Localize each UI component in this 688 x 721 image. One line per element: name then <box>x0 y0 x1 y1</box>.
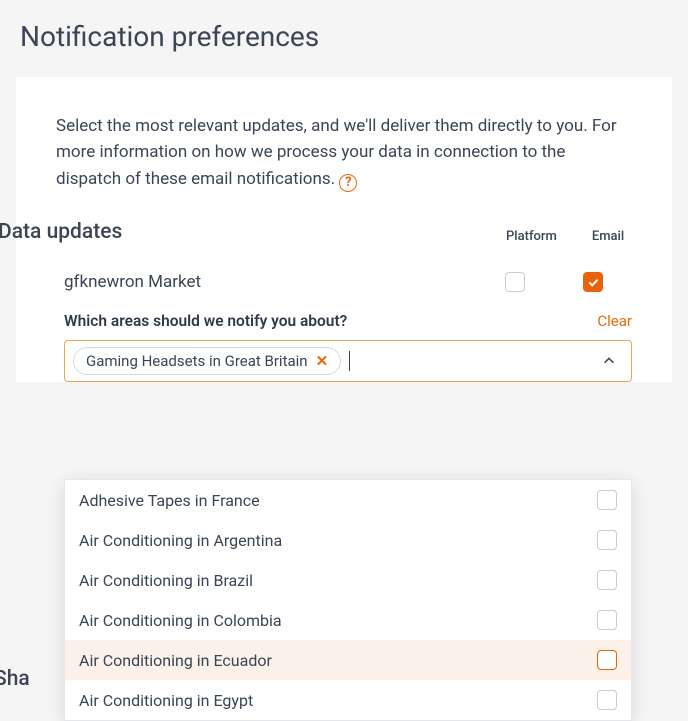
option-label: Air Conditioning in Argentina <box>79 531 597 550</box>
column-platform: Platform <box>506 229 554 244</box>
option-checkbox[interactable] <box>597 530 617 550</box>
section-title: Data updates <box>0 220 122 244</box>
preferences-card: Select the most relevant updates, and we… <box>16 77 672 382</box>
option-checkbox[interactable] <box>597 490 617 510</box>
option-label: Air Conditioning in Brazil <box>79 571 597 590</box>
clear-link[interactable]: Clear <box>597 312 632 330</box>
option-label: Adhesive Tapes in France <box>79 491 597 510</box>
option-checkbox[interactable] <box>597 570 617 590</box>
page-title: Notification preferences <box>20 20 672 53</box>
chevron-up-icon[interactable] <box>595 347 623 375</box>
option-item[interactable]: Air Conditioning in Ecuador <box>65 640 631 680</box>
option-label: Air Conditioning in Ecuador <box>79 651 597 670</box>
option-item[interactable]: Air Conditioning in Colombia <box>65 600 631 640</box>
column-headers: Platform Email <box>506 229 632 244</box>
areas-dropdown[interactable]: Adhesive Tapes in France Air Conditionin… <box>64 479 632 721</box>
option-checkbox[interactable] <box>597 690 617 710</box>
chip-label: Gaming Headsets in Great Britain <box>86 352 308 370</box>
option-item[interactable]: Air Conditioning in Brazil <box>65 560 631 600</box>
option-checkbox[interactable] <box>597 610 617 630</box>
option-item[interactable]: Air Conditioning in Argentina <box>65 520 631 560</box>
column-email: Email <box>584 229 632 244</box>
help-icon[interactable]: ? <box>339 174 357 192</box>
intro-copy: Select the most relevant updates, and we… <box>56 116 617 189</box>
option-checkbox[interactable] <box>597 650 617 670</box>
section-header: Data updates Platform Email <box>16 220 672 244</box>
areas-input[interactable] <box>358 353 587 370</box>
option-label: Air Conditioning in Colombia <box>79 611 597 630</box>
areas-prompt: Which areas should we notify you about? <box>64 312 347 330</box>
selected-chip: Gaming Headsets in Great Britain ✕ <box>73 347 341 375</box>
intro-text: Select the most relevant updates, and we… <box>56 113 632 192</box>
chip-remove-icon[interactable]: ✕ <box>314 352 331 370</box>
option-item[interactable]: Air Conditioning in Egypt <box>65 680 631 720</box>
option-item[interactable]: Adhesive Tapes in France <box>65 480 631 520</box>
partial-section-title: Sha <box>0 667 30 691</box>
platform-checkbox[interactable] <box>505 272 525 292</box>
text-cursor <box>349 351 350 371</box>
product-label: gfknewron Market <box>64 272 476 292</box>
email-checkbox[interactable] <box>583 272 603 292</box>
product-row: gfknewron Market <box>56 272 632 292</box>
option-label: Air Conditioning in Egypt <box>79 691 597 710</box>
areas-combobox[interactable]: Gaming Headsets in Great Britain ✕ <box>64 340 632 382</box>
